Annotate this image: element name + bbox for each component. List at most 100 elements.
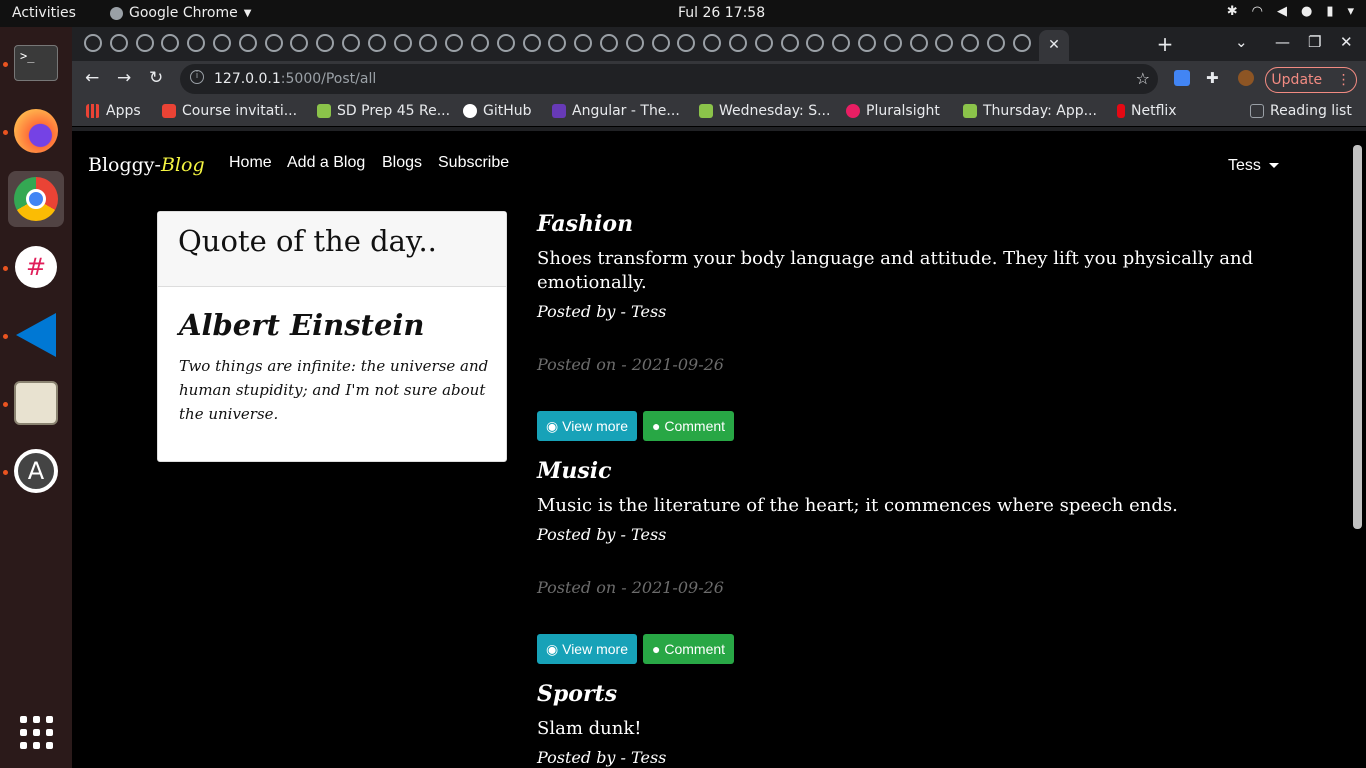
- bookmark-github[interactable]: GitHub: [463, 103, 532, 119]
- show-apps-icon[interactable]: [8, 704, 64, 760]
- tab-favicon[interactable]: [883, 34, 902, 52]
- view-more-button[interactable]: ◉ View more: [537, 411, 637, 441]
- tab-favicon[interactable]: [471, 34, 489, 52]
- chevron-down-icon[interactable]: ▾: [1347, 4, 1354, 19]
- site-info-icon[interactable]: i: [190, 70, 204, 84]
- back-icon[interactable]: ←: [85, 68, 99, 88]
- volume-icon[interactable]: ◀: [1277, 4, 1287, 19]
- comment-button[interactable]: ● Comment: [643, 634, 735, 664]
- tab-favicon[interactable]: [213, 34, 231, 52]
- tab-favicon[interactable]: [832, 34, 851, 52]
- tab-favicon[interactable]: [290, 34, 309, 52]
- close-window-icon[interactable]: ✕: [1340, 33, 1353, 51]
- tab-favicon[interactable]: [600, 34, 618, 52]
- eye-icon: ◉: [546, 418, 559, 434]
- tab-favicon[interactable]: [135, 34, 154, 52]
- bookmark-pluralsight[interactable]: Pluralsight: [846, 103, 940, 119]
- tab-active[interactable]: ✕: [1039, 30, 1069, 61]
- tab-favicon[interactable]: [625, 34, 644, 52]
- microphone-icon[interactable]: ●: [1301, 4, 1312, 19]
- tab-favicon[interactable]: [806, 34, 825, 52]
- activities-button[interactable]: Activities: [12, 5, 76, 21]
- minimize-icon[interactable]: —: [1275, 33, 1290, 51]
- tab-favicon[interactable]: [780, 34, 799, 52]
- terminal-icon[interactable]: >_: [8, 35, 64, 91]
- clock[interactable]: Ful 26 17:58: [678, 5, 765, 21]
- system-tray[interactable]: ✱ ◠ ◀ ● ▮ ▾: [1227, 4, 1354, 19]
- tab-favicon[interactable]: [109, 34, 128, 52]
- tab-favicon[interactable]: [703, 34, 722, 52]
- reload-icon[interactable]: ↻: [149, 68, 163, 88]
- tab-favicon[interactable]: [729, 34, 747, 52]
- app-menu[interactable]: Google Chrome ▼: [110, 5, 251, 21]
- tab-favicon[interactable]: [1012, 34, 1031, 52]
- extensions-puzzle-icon[interactable]: ✚: [1206, 70, 1222, 86]
- bookmark-star-icon[interactable]: ☆: [1136, 69, 1150, 88]
- bookmark-netflix[interactable]: Netflix: [1117, 103, 1177, 119]
- tab-favicon[interactable]: [987, 34, 1005, 52]
- bookmark-angular[interactable]: Angular - The...: [552, 103, 680, 119]
- bookmark-thursday[interactable]: Thursday: App...: [963, 103, 1097, 119]
- tab-favicon[interactable]: [187, 34, 206, 52]
- tab-favicon[interactable]: [935, 34, 954, 52]
- tab-favicon[interactable]: [677, 34, 696, 52]
- tab-favicon[interactable]: [496, 34, 515, 52]
- software-center-icon[interactable]: A: [8, 443, 64, 499]
- bookmark-sd-prep[interactable]: SD Prep 45 Re...: [317, 103, 450, 119]
- bookmark-wednesday[interactable]: Wednesday: S...: [699, 103, 830, 119]
- tab-favicon[interactable]: [858, 34, 876, 52]
- tab-favicon[interactable]: [264, 34, 283, 52]
- reading-list[interactable]: Reading list: [1250, 103, 1352, 119]
- tab-search-icon[interactable]: ⌄: [1235, 33, 1248, 51]
- nav-add-blog[interactable]: Add a Blog: [287, 154, 365, 172]
- wifi-icon[interactable]: ◠: [1252, 4, 1263, 19]
- tab-favicon[interactable]: [909, 34, 928, 52]
- view-more-button[interactable]: ◉ View more: [537, 634, 637, 664]
- tab-favicon[interactable]: [754, 34, 773, 52]
- tab-favicon[interactable]: [548, 34, 567, 52]
- battery-icon[interactable]: ▮: [1326, 4, 1333, 19]
- update-button[interactable]: Update ⋮: [1265, 67, 1357, 93]
- tab-favicon[interactable]: [342, 34, 360, 52]
- forward-icon[interactable]: →: [117, 68, 131, 88]
- tree-icon: [699, 104, 713, 118]
- bookmark-apps[interactable]: Apps: [86, 103, 141, 119]
- chrome-icon[interactable]: [8, 171, 64, 227]
- tab-favicon[interactable]: [419, 34, 438, 52]
- nav-subscribe[interactable]: Subscribe: [438, 154, 509, 172]
- tab-favicon[interactable]: [161, 34, 180, 52]
- tab-favicon[interactable]: [961, 34, 980, 52]
- nav-home[interactable]: Home: [229, 154, 272, 172]
- tab-favicon[interactable]: [574, 34, 593, 52]
- comment-icon: ●: [652, 418, 661, 434]
- bookmark-gmail[interactable]: Course invitati...: [162, 103, 297, 119]
- page-scrollbar[interactable]: [1353, 145, 1362, 529]
- url-text[interactable]: 127.0.0.1:5000/Post/all: [214, 71, 376, 87]
- files-icon[interactable]: [8, 375, 64, 431]
- address-bar[interactable]: i 127.0.0.1:5000/Post/all ☆: [180, 64, 1158, 94]
- tab-favicon[interactable]: [393, 34, 412, 52]
- tab-favicon[interactable]: [445, 34, 464, 52]
- nav-blogs[interactable]: Blogs: [382, 154, 422, 172]
- user-dropdown[interactable]: Tess: [1228, 157, 1279, 175]
- tab-favicon[interactable]: [522, 34, 541, 52]
- tab-favicon[interactable]: [651, 34, 670, 52]
- tab-favicon[interactable]: [238, 34, 257, 52]
- tab-favicon[interactable]: [316, 34, 335, 52]
- comment-button[interactable]: ● Comment: [643, 411, 735, 441]
- close-tab-icon[interactable]: ✕: [1048, 37, 1060, 53]
- site-brand[interactable]: Bloggy-Blog: [88, 154, 205, 176]
- new-tab-button[interactable]: +: [1152, 32, 1178, 56]
- more-menu-icon: ⋮: [1336, 72, 1351, 88]
- tab-favicon[interactable]: [84, 34, 102, 52]
- vscode-icon[interactable]: [8, 307, 64, 363]
- extension-icon[interactable]: [1174, 70, 1190, 86]
- maximize-icon[interactable]: ❐: [1308, 33, 1321, 51]
- slack-tray-icon[interactable]: ✱: [1227, 4, 1238, 19]
- chrome-icon: [110, 6, 123, 20]
- tab-favicon[interactable]: [367, 34, 386, 52]
- slack-icon[interactable]: #: [8, 239, 64, 295]
- firefox-icon[interactable]: [8, 103, 64, 159]
- profile-avatar[interactable]: [1238, 70, 1254, 86]
- post-body: Shoes transform your body language and a…: [537, 248, 1254, 293]
